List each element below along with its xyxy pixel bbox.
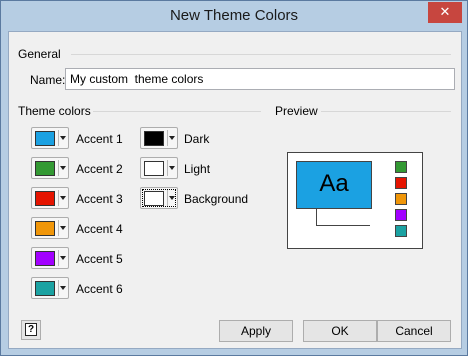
cancel-button[interactable]: Cancel bbox=[377, 320, 451, 342]
accent-4-label: Accent 4 bbox=[76, 222, 123, 236]
picker-divider bbox=[58, 220, 59, 236]
preview-sample-block: Aa bbox=[296, 161, 372, 209]
accent-6-label: Accent 6 bbox=[76, 282, 123, 296]
dark-swatch bbox=[144, 131, 164, 146]
accent-3-label: Accent 3 bbox=[76, 192, 123, 206]
accent-2-label: Accent 2 bbox=[76, 162, 123, 176]
theme-colors-separator bbox=[93, 111, 261, 112]
background-label: Background bbox=[184, 192, 249, 206]
picker-divider bbox=[167, 190, 168, 206]
background-color-picker[interactable] bbox=[140, 187, 178, 209]
dialog-title: New Theme Colors bbox=[169, 7, 299, 24]
accent-3-color-picker[interactable] bbox=[31, 187, 69, 209]
apply-button[interactable]: Apply bbox=[219, 320, 293, 342]
accent-4-swatch bbox=[35, 221, 55, 236]
accent-1-swatch bbox=[35, 131, 55, 146]
preview-accent-6-square bbox=[395, 225, 407, 237]
dropdown-arrow-icon bbox=[60, 196, 66, 200]
picker-divider bbox=[58, 160, 59, 176]
dropdown-arrow-icon bbox=[60, 256, 66, 260]
ok-button[interactable]: OK bbox=[303, 320, 377, 342]
dialog-window: New Theme Colors ✕ General Name: Theme c… bbox=[0, 0, 468, 356]
dark-label: Dark bbox=[184, 132, 210, 146]
accent-2-color-picker[interactable] bbox=[31, 157, 69, 179]
dialog-client: General Name: Theme colors Preview Accen… bbox=[8, 31, 462, 349]
preview-accent-5-square bbox=[395, 209, 407, 221]
theme-preview: Aa bbox=[287, 152, 423, 249]
dropdown-arrow-icon bbox=[60, 286, 66, 290]
general-separator bbox=[71, 54, 451, 55]
picker-divider bbox=[58, 190, 59, 206]
light-label: Light bbox=[184, 162, 211, 176]
dropdown-arrow-icon bbox=[60, 136, 66, 140]
name-input[interactable] bbox=[65, 68, 455, 90]
accent-4-color-picker[interactable] bbox=[31, 217, 69, 239]
light-swatch bbox=[144, 161, 164, 176]
title-bar: New Theme Colors ✕ bbox=[1, 1, 467, 31]
close-button[interactable]: ✕ bbox=[428, 2, 462, 23]
background-swatch bbox=[144, 191, 164, 206]
accent-3-swatch bbox=[35, 191, 55, 206]
dropdown-arrow-icon bbox=[60, 226, 66, 230]
preview-line-horizontal bbox=[316, 225, 370, 226]
help-button[interactable]: ? bbox=[21, 320, 41, 340]
accent-1-label: Accent 1 bbox=[76, 132, 123, 146]
preview-accent-3-square bbox=[395, 177, 407, 189]
accent-2-swatch bbox=[35, 161, 55, 176]
preview-separator bbox=[321, 111, 451, 112]
theme-colors-section-label: Theme colors bbox=[18, 104, 91, 118]
help-icon: ? bbox=[25, 323, 37, 336]
picker-divider bbox=[58, 280, 59, 296]
dropdown-arrow-icon bbox=[169, 136, 175, 140]
dropdown-arrow-icon bbox=[60, 166, 66, 170]
picker-divider bbox=[58, 130, 59, 146]
general-section-label: General bbox=[18, 47, 61, 61]
preview-section-label: Preview bbox=[275, 104, 318, 118]
picker-divider bbox=[58, 250, 59, 266]
accent-5-color-picker[interactable] bbox=[31, 247, 69, 269]
picker-divider bbox=[167, 160, 168, 176]
light-color-picker[interactable] bbox=[140, 157, 178, 179]
dropdown-arrow-icon bbox=[169, 196, 175, 200]
preview-line-vertical bbox=[316, 208, 317, 225]
preview-accent-1-square bbox=[395, 161, 407, 173]
picker-divider bbox=[167, 130, 168, 146]
accent-1-color-picker[interactable] bbox=[31, 127, 69, 149]
dropdown-arrow-icon bbox=[169, 166, 175, 170]
preview-accent-4-square bbox=[395, 193, 407, 205]
accent-5-swatch bbox=[35, 251, 55, 266]
accent-6-color-picker[interactable] bbox=[31, 277, 69, 299]
name-label: Name: bbox=[30, 73, 66, 87]
accent-5-label: Accent 5 bbox=[76, 252, 123, 266]
accent-6-swatch bbox=[35, 281, 55, 296]
dark-color-picker[interactable] bbox=[140, 127, 178, 149]
